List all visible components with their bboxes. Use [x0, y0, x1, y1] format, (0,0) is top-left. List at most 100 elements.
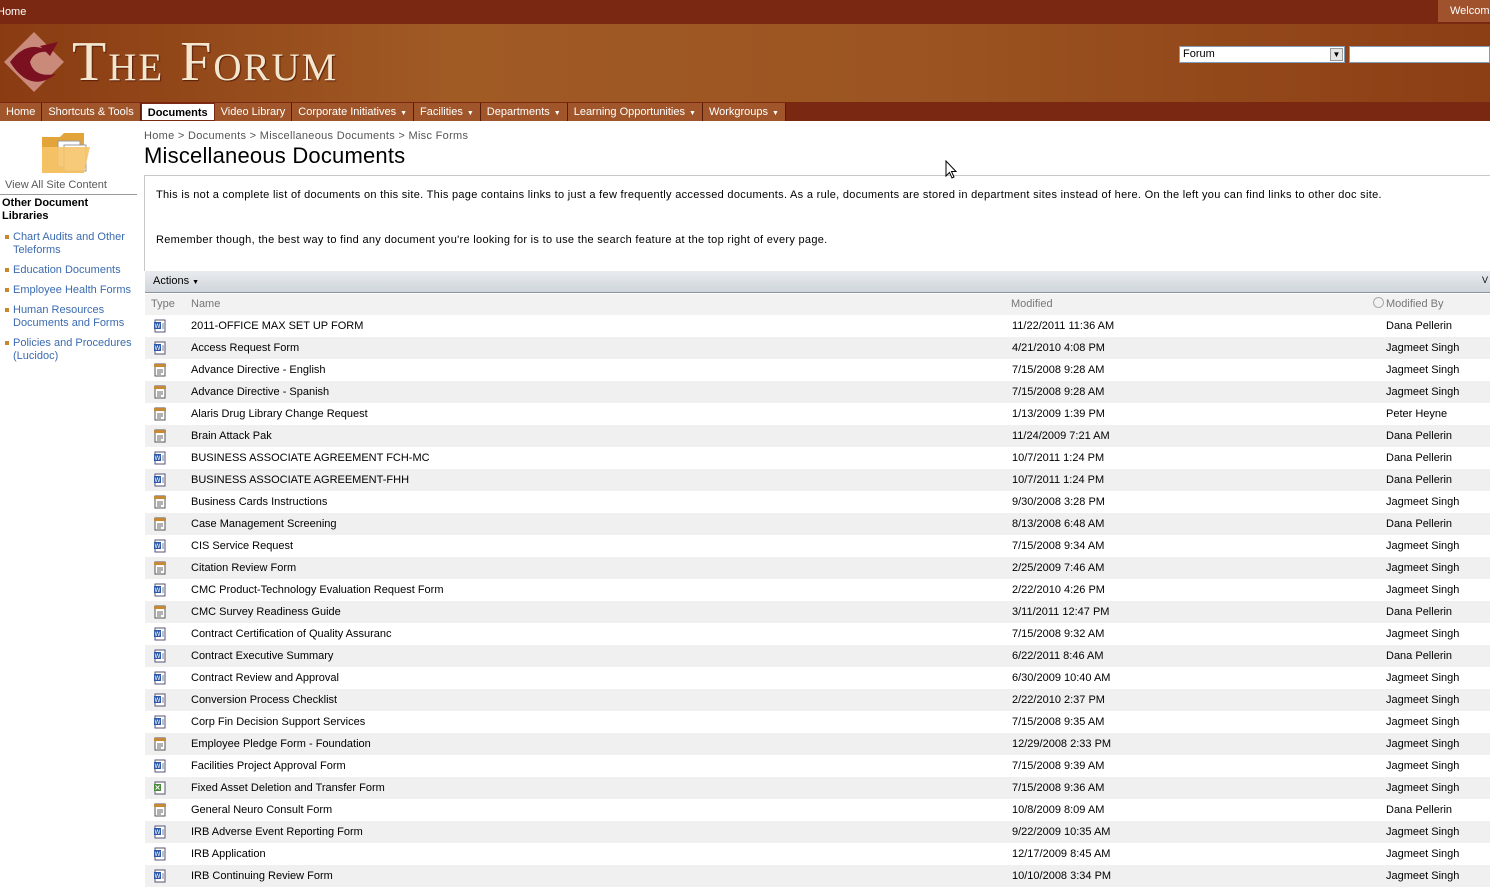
- table-row[interactable]: Employee Pledge Form - Foundation 12/29/2…: [145, 733, 1490, 755]
- nav-tab-departments[interactable]: Departments ▼: [480, 103, 568, 121]
- search-scope-select[interactable]: Forum ▼: [1179, 46, 1345, 63]
- table-row[interactable]: Alaris Drug Library Change Request 1/13/2…: [145, 403, 1490, 425]
- table-row[interactable]: W Corp Fin Decision Support Services 7/15/…: [145, 711, 1490, 733]
- chevron-down-icon[interactable]: ▼: [689, 110, 696, 117]
- table-row[interactable]: Fixed Asset Deletion and Transfer Form 7/…: [145, 777, 1490, 799]
- pdf-doc-icon[interactable]: [153, 561, 167, 575]
- word-doc-icon[interactable]: W: [153, 825, 167, 839]
- chevron-down-icon[interactable]: ▼: [467, 110, 474, 117]
- document-name-link[interactable]: Contract Review and Approval: [191, 672, 339, 684]
- document-name-link[interactable]: 2011-OFFICE MAX SET UP FORM: [191, 320, 363, 332]
- modified-by-user[interactable]: Peter Heyne: [1386, 408, 1447, 420]
- word-doc-icon[interactable]: W: [153, 759, 167, 773]
- document-name-link[interactable]: General Neuro Consult Form: [191, 804, 332, 816]
- modified-by-user[interactable]: Jagmeet Singh: [1386, 738, 1459, 750]
- table-row[interactable]: Brain Attack Pak 11/24/2009 7:21 AM Dana P…: [145, 425, 1490, 447]
- nav-tab-learning-opportunities[interactable]: Learning Opportunities ▼: [567, 103, 703, 121]
- document-name-link[interactable]: Brain Attack Pak: [191, 430, 272, 442]
- chevron-down-icon[interactable]: ▼: [400, 110, 407, 117]
- word-doc-icon[interactable]: W: [153, 341, 167, 355]
- document-name-link[interactable]: Employee Pledge Form - Foundation: [191, 738, 371, 750]
- nav-tab-facilities[interactable]: Facilities ▼: [414, 103, 481, 121]
- view-all-site-content-link[interactable]: View All Site Content: [5, 179, 107, 191]
- word-doc-icon[interactable]: W: [153, 847, 167, 861]
- document-name-link[interactable]: Citation Review Form: [191, 562, 296, 574]
- table-row[interactable]: W BUSINESS ASSOCIATE AGREEMENT FCH-MC 10/7…: [145, 447, 1490, 469]
- excel-doc-icon[interactable]: [153, 781, 167, 795]
- document-name-link[interactable]: Case Management Screening: [191, 518, 337, 530]
- modified-by-user[interactable]: Jagmeet Singh: [1386, 540, 1459, 552]
- modified-by-user[interactable]: Jagmeet Singh: [1386, 826, 1459, 838]
- library-link[interactable]: Employee Health Forms: [0, 284, 138, 297]
- word-doc-icon[interactable]: W: [153, 319, 167, 333]
- breadcrumb[interactable]: Home > Documents > Miscellaneous Documen…: [144, 130, 468, 142]
- modified-by-user[interactable]: Jagmeet Singh: [1386, 848, 1459, 860]
- pdf-doc-icon[interactable]: [153, 803, 167, 817]
- modified-by-user[interactable]: Jagmeet Singh: [1386, 364, 1459, 376]
- document-name-link[interactable]: CMC Product-Technology Evaluation Reques…: [191, 584, 444, 596]
- pdf-doc-icon[interactable]: [153, 407, 167, 421]
- word-doc-icon[interactable]: W: [153, 671, 167, 685]
- modified-by-user[interactable]: Jagmeet Singh: [1386, 760, 1459, 772]
- table-row[interactable]: W Facilities Project Approval Form 7/15/20…: [145, 755, 1490, 777]
- document-name-link[interactable]: IRB Application: [191, 848, 266, 860]
- library-link[interactable]: Education Documents: [0, 264, 138, 277]
- table-row[interactable]: Case Management Screening 8/13/2008 6:48 …: [145, 513, 1490, 535]
- table-row[interactable]: W Contract Certification of Quality Assur…: [145, 623, 1490, 645]
- word-doc-icon[interactable]: W: [153, 693, 167, 707]
- document-name-link[interactable]: CMC Survey Readiness Guide: [191, 606, 341, 618]
- table-row[interactable]: Advance Directive - Spanish 7/15/2008 9:2…: [145, 381, 1490, 403]
- word-doc-icon[interactable]: W: [153, 627, 167, 641]
- pdf-doc-icon[interactable]: [153, 517, 167, 531]
- pdf-doc-icon[interactable]: [153, 605, 167, 619]
- column-type[interactable]: Type: [151, 298, 175, 310]
- table-row[interactable]: W CMC Product-Technology Evaluation Reque…: [145, 579, 1490, 601]
- actions-menu[interactable]: Actions ▼: [153, 275, 199, 287]
- modified-by-user[interactable]: Jagmeet Singh: [1386, 628, 1459, 640]
- document-name-link[interactable]: Contract Executive Summary: [191, 650, 333, 662]
- document-name-link[interactable]: BUSINESS ASSOCIATE AGREEMENT FCH-MC: [191, 452, 430, 464]
- nav-tab-video-library[interactable]: Video Library: [214, 103, 293, 121]
- table-row[interactable]: Citation Review Form 2/25/2009 7:46 AM Jag…: [145, 557, 1490, 579]
- word-doc-icon[interactable]: W: [153, 539, 167, 553]
- document-name-link[interactable]: Access Request Form: [191, 342, 299, 354]
- word-doc-icon[interactable]: W: [153, 715, 167, 729]
- table-row[interactable]: W Access Request Form 4/21/2010 4:08 PM Jag…: [145, 337, 1490, 359]
- word-doc-icon[interactable]: W: [153, 649, 167, 663]
- document-name-link[interactable]: Fixed Asset Deletion and Transfer Form: [191, 782, 385, 794]
- modified-by-user[interactable]: Dana Pellerin: [1386, 518, 1452, 530]
- table-row[interactable]: W Conversion Process Checklist 2/22/2010 2…: [145, 689, 1490, 711]
- nav-tab-shortcuts-tools[interactable]: Shortcuts & Tools: [42, 103, 141, 121]
- table-row[interactable]: W 2011-OFFICE MAX SET UP FORM 11/22/2011 1…: [145, 315, 1490, 337]
- table-row[interactable]: W Contract Review and Approval 6/30/2009 1…: [145, 667, 1490, 689]
- search-input[interactable]: [1349, 46, 1490, 63]
- word-doc-icon[interactable]: W: [153, 473, 167, 487]
- table-row[interactable]: W IRB Adverse Event Reporting Form 9/22/20…: [145, 821, 1490, 843]
- document-name-link[interactable]: Advance Directive - Spanish: [191, 386, 329, 398]
- pdf-doc-icon[interactable]: [153, 737, 167, 751]
- word-doc-icon[interactable]: W: [153, 583, 167, 597]
- modified-by-user[interactable]: Dana Pellerin: [1386, 430, 1452, 442]
- modified-by-user[interactable]: Jagmeet Singh: [1386, 672, 1459, 684]
- table-row[interactable]: W CIS Service Request 7/15/2008 9:34 AM Jag…: [145, 535, 1490, 557]
- top-home-link[interactable]: Home: [0, 6, 26, 18]
- modified-by-user[interactable]: Jagmeet Singh: [1386, 386, 1459, 398]
- document-name-link[interactable]: CIS Service Request: [191, 540, 293, 552]
- modified-by-user[interactable]: Dana Pellerin: [1386, 606, 1452, 618]
- modified-by-user[interactable]: Jagmeet Singh: [1386, 782, 1459, 794]
- modified-by-user[interactable]: Dana Pellerin: [1386, 804, 1452, 816]
- pdf-doc-icon[interactable]: [153, 385, 167, 399]
- column-modified-by[interactable]: Modified By: [1386, 298, 1443, 310]
- column-name[interactable]: Name: [191, 298, 220, 310]
- chevron-down-icon[interactable]: ▼: [772, 110, 779, 117]
- nav-tab-home[interactable]: Home: [0, 103, 43, 121]
- document-name-link[interactable]: Business Cards Instructions: [191, 496, 327, 508]
- nav-tab-corporate-initiatives[interactable]: Corporate Initiatives ▼: [292, 103, 415, 121]
- nav-tab-workgroups[interactable]: Workgroups ▼: [702, 103, 786, 121]
- table-row[interactable]: Advance Directive - English 7/15/2008 9:2…: [145, 359, 1490, 381]
- modified-by-user[interactable]: Jagmeet Singh: [1386, 716, 1459, 728]
- document-name-link[interactable]: IRB Adverse Event Reporting Form: [191, 826, 363, 838]
- document-name-link[interactable]: Facilities Project Approval Form: [191, 760, 346, 772]
- document-name-link[interactable]: IRB Continuing Review Form: [191, 870, 333, 882]
- modified-by-user[interactable]: Jagmeet Singh: [1386, 342, 1459, 354]
